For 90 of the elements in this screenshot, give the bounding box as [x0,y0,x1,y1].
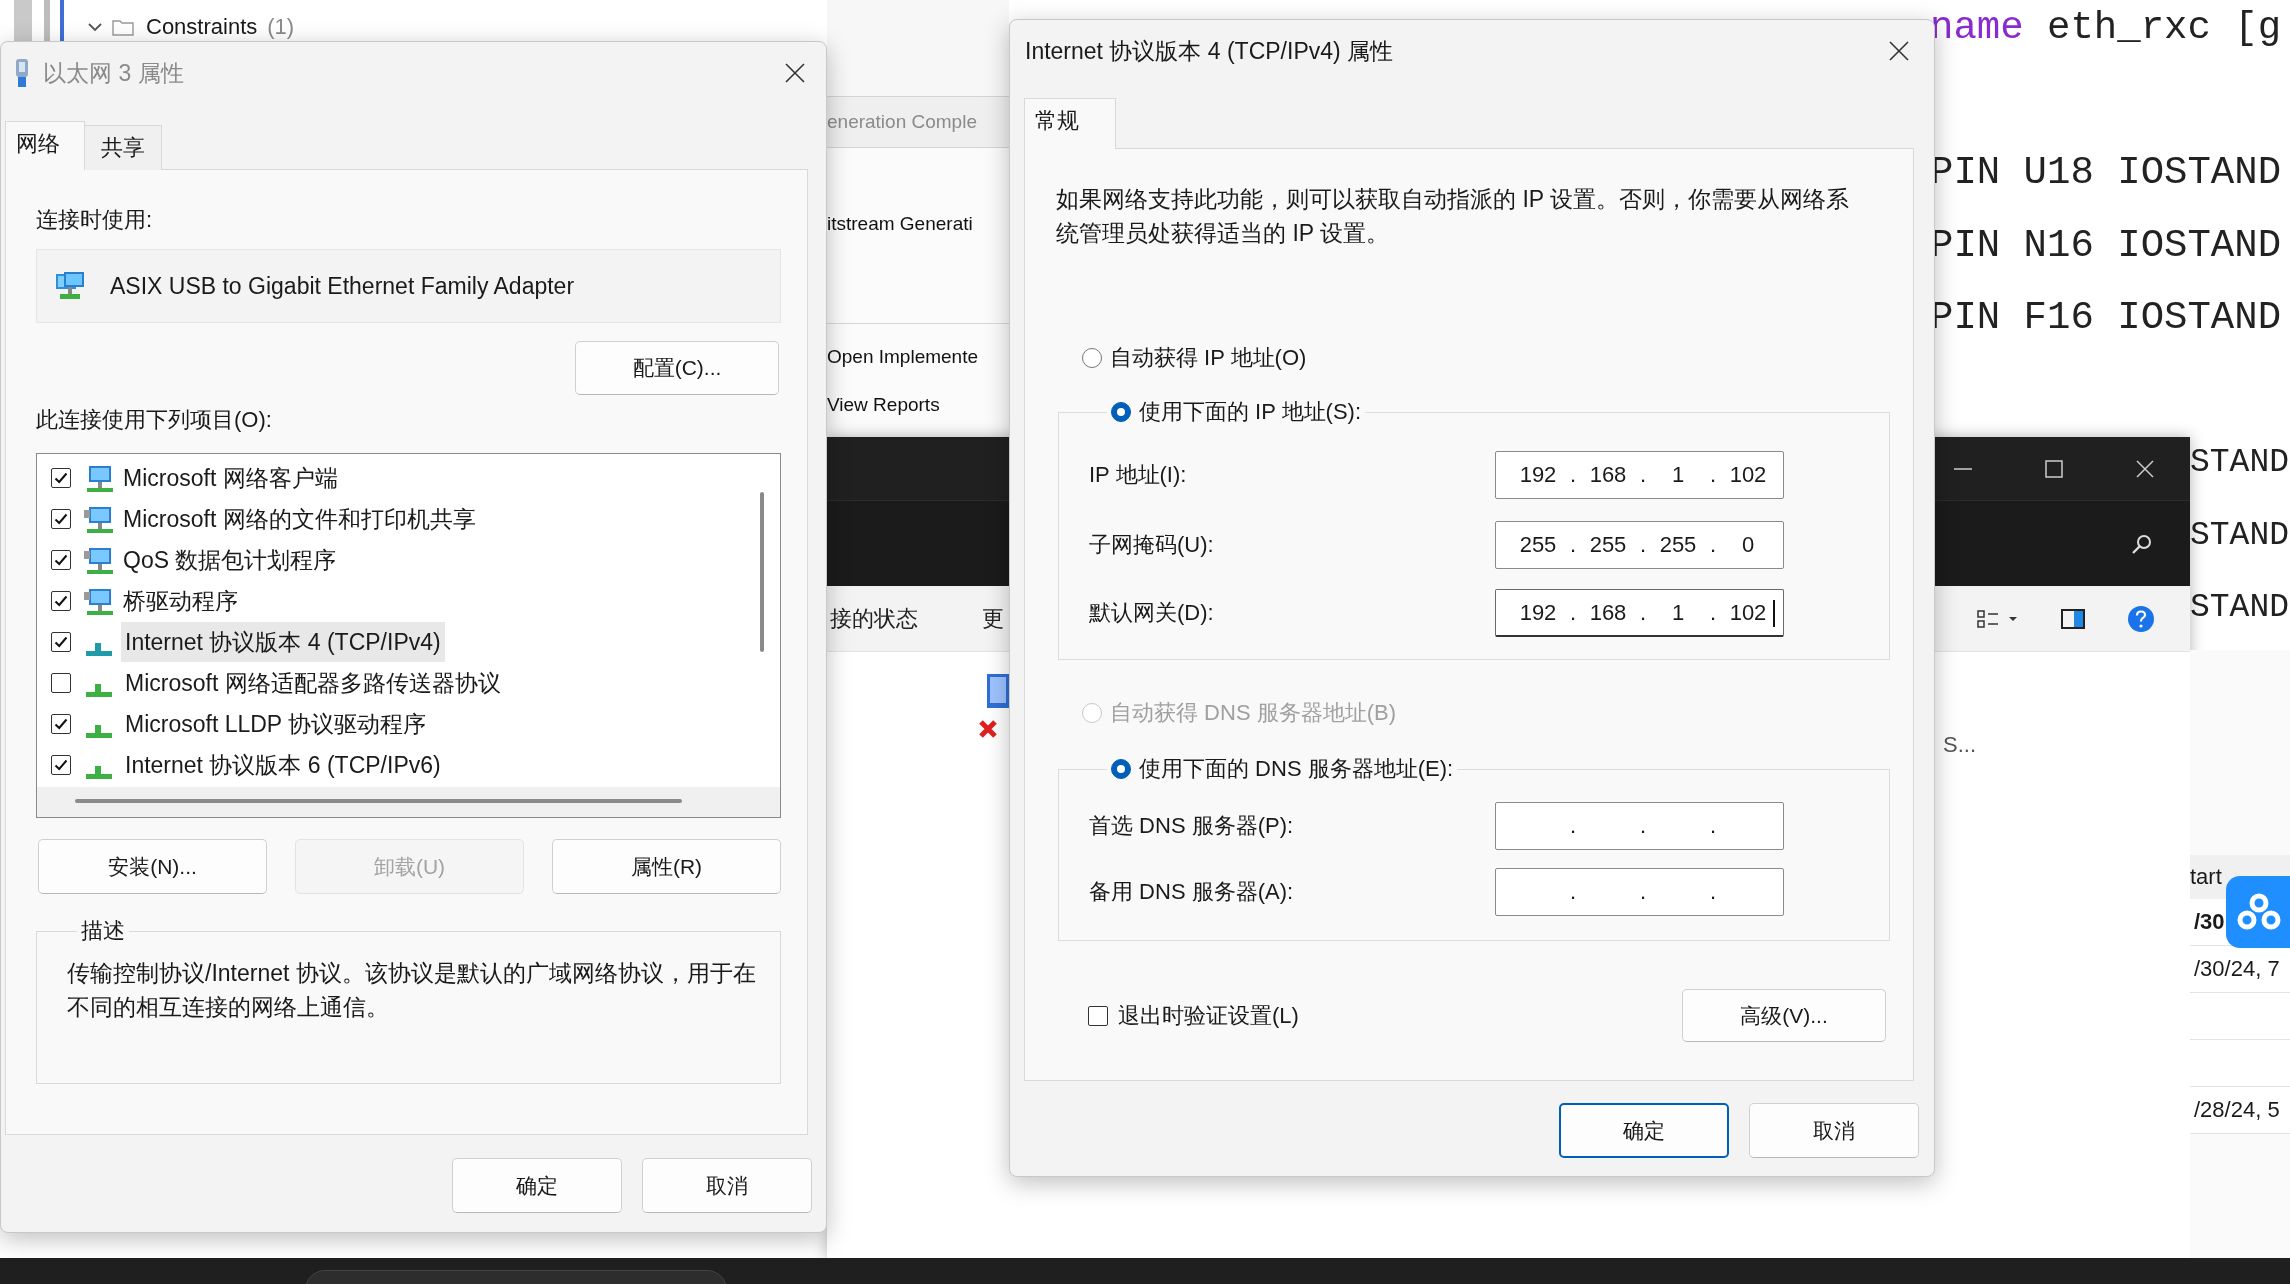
scrollbar-thumb[interactable] [75,799,682,803]
radio-button[interactable] [1111,759,1131,779]
close-icon[interactable] [2134,457,2156,480]
radio-button[interactable] [1111,402,1131,422]
list-item-label[interactable]: 桥驱动程序 [119,580,242,621]
checkbox[interactable] [1088,1005,1108,1026]
ip-address-field[interactable]: 192 . 168 . 1 . 102 [1495,451,1784,499]
close-icon [784,62,806,84]
checkbox[interactable] [51,672,71,693]
maximize-icon[interactable] [2043,457,2065,480]
radio-label[interactable]: 使用下面的 DNS 服务器地址(E): [1139,754,1454,784]
list-item-label[interactable]: Microsoft 网络适配器多路传送器协议 [121,662,505,703]
ip-address-field[interactable]: 192 . 168 . 1 . 102 [1495,589,1784,637]
dialog-button[interactable]: 确定 [452,1158,622,1213]
close-button[interactable] [784,62,806,84]
field-label: 默认网关(D): [1089,599,1215,627]
field-label: 备用 DNS 服务器(A): [1089,878,1295,906]
list-item-label[interactable]: Microsoft LLDP 协议驱动程序 [121,703,431,744]
code-line: STAND [2190,443,2290,483]
adapter-name: ASIX USB to Gigabit Ethernet Family Adapter [110,272,575,300]
item-count: (1) [267,14,295,40]
checkbox-label[interactable]: 退出时验证设置(L) [1118,1000,1299,1031]
checkbox[interactable] [51,713,71,734]
tab[interactable]: 常规 [1024,98,1116,149]
tree-item[interactable]: Constraints [146,14,258,40]
tab[interactable]: 共享 [84,125,162,170]
checkbox[interactable] [51,590,71,611]
intro-text: 如果网络支持此功能，则可以获取自动指派的 IP 设置。否则，你需要从网络系统管理员处获得适当的 IP 设置。 [1056,185,1851,248]
description-text: 传输控制协议/Internet 协议。该协议是默认的广域网络协议，用于在不同的相互连接的网络上通信。 [67,959,757,1022]
network-computer-icon [54,270,86,302]
window-title: Internet 协议版本 4 (TCP/IPv4) 属性 [1025,36,1395,66]
network-protocol-icon [86,766,112,779]
list-item-label[interactable]: Internet 协议版本 4 (TCP/IPv4) [121,621,445,662]
dialog-button[interactable]: 属性(R) [552,839,781,894]
dialog-button[interactable]: 取消 [1749,1103,1919,1158]
window-title: 以太网 3 属性 [43,58,185,88]
checkbox[interactable] [51,549,71,570]
radio-button[interactable] [1082,348,1102,368]
radio-label[interactable]: 自动获得 IP 地址(O) [1110,343,1307,373]
code-line: STAND [2190,515,2290,556]
panel-border [60,0,64,41]
list-item[interactable]: S... [1943,732,1976,758]
ip-address-field[interactable]: . . . [1495,868,1784,916]
toolbar-item[interactable]: 接的状态 [830,603,918,634]
code-line: STAND [2190,588,2290,629]
tab[interactable]: 网络 [5,121,85,170]
dialog-button[interactable]: 配置(C)... [575,341,779,395]
checkbox[interactable] [51,631,71,652]
help-icon[interactable] [2126,603,2156,634]
ip-address-field[interactable]: 255 . 255 . 255 . 0 [1495,521,1784,569]
network-protocol-icon [86,643,112,656]
dialog-button[interactable]: 取消 [642,1158,812,1213]
table-cell-text: /28/24, 5 [2193,1097,2280,1122]
preview-pane-icon[interactable] [2060,606,2086,631]
code-line: name eth_rxc [g [1930,5,2283,52]
section-label: 此连接使用下列项目(O): [36,406,273,434]
table-cell-text: /30 [2193,909,2225,934]
dialog-button[interactable]: 安装(N)... [38,839,267,894]
checkbox[interactable] [51,754,71,775]
floating-app-button[interactable] [2226,876,2290,948]
close-button[interactable] [1888,40,1910,62]
dialog-button[interactable]: 高级(V)... [1682,989,1886,1042]
field-label: 子网掩码(U): [1089,531,1215,559]
checkbox[interactable] [51,508,71,529]
group-label: 描述 [80,917,126,945]
checkbox[interactable] [51,467,71,488]
ip-address-field[interactable]: . . . [1495,802,1784,850]
flow-link[interactable]: View Reports [827,368,1009,416]
list-item-label[interactable]: Microsoft 网络客户端 [119,457,342,498]
list-item-label[interactable]: QoS 数据包计划程序 [119,539,341,580]
network-adapter-icon [13,58,31,88]
network-protocol-icon [86,725,112,738]
toolbar-item[interactable]: 更 [982,603,1004,634]
close-icon [1888,40,1910,62]
network-protocol-icon [86,684,112,697]
dialog-button[interactable]: 确定 [1559,1103,1729,1158]
list-item-label[interactable]: Microsoft 网络的文件和打印机共享 [119,498,480,539]
table-cell-text: /30/24, 7 [2193,956,2280,981]
section-label: 连接时使用: [36,206,154,234]
radio-label[interactable]: 使用下面的 IP 地址(S): [1139,397,1362,427]
field-label: 首选 DNS 服务器(P): [1089,812,1295,840]
dialog-button: 卸载(U) [295,839,524,894]
list-item-label[interactable]: Internet 协议版本 6 (TCP/IPv6) [121,744,445,785]
folder-icon [112,18,134,36]
scrollbar-thumb[interactable] [760,492,764,652]
radio-label: 自动获得 DNS 服务器地址(B) [1110,699,1396,727]
cloud-icon [2236,892,2282,932]
flow-link[interactable]: Open Implemente [827,324,1009,368]
field-label: IP 地址(I): [1089,461,1188,489]
section-header: eneration Comple [827,96,1009,148]
